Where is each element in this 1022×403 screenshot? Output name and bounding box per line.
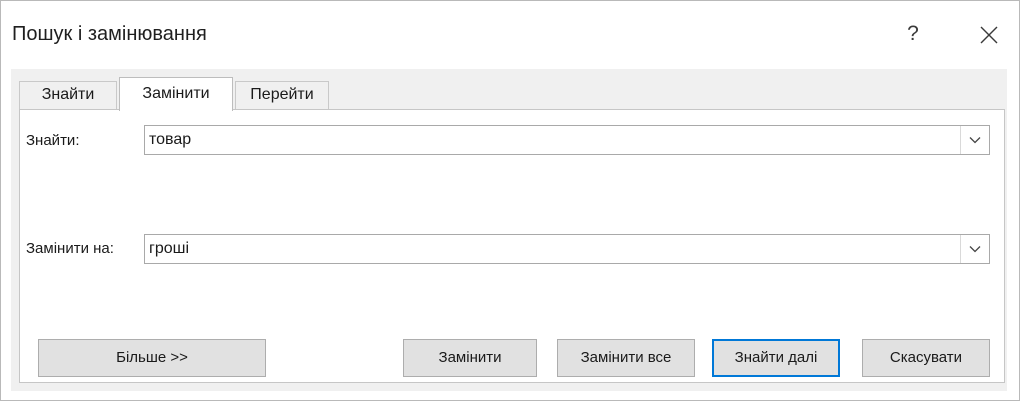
close-icon: [980, 26, 998, 44]
help-button[interactable]: ?: [893, 17, 933, 53]
replace-button-label: Замінити: [438, 349, 502, 366]
dialog-body: Знайти Замінити Перейти Знайти: Замінити…: [11, 69, 1007, 391]
replace-input[interactable]: [145, 235, 949, 263]
dialog-title: Пошук і замінювання: [12, 23, 207, 45]
find-field-label: Знайти:: [26, 132, 80, 149]
find-next-button[interactable]: Знайти далі: [712, 339, 840, 377]
cancel-button-label: Скасувати: [889, 349, 963, 366]
replace-dropdown-button[interactable]: [960, 235, 989, 263]
tab-replace[interactable]: Замінити: [119, 77, 233, 111]
chevron-down-icon: [969, 137, 981, 144]
replace-field-label: Замінити на:: [26, 240, 114, 257]
replace-combobox[interactable]: [144, 234, 990, 264]
find-combobox[interactable]: [144, 125, 990, 155]
tab-goto-label: Перейти: [250, 86, 314, 103]
question-mark-icon: ?: [907, 22, 919, 45]
cancel-button[interactable]: Скасувати: [862, 339, 990, 377]
more-button-label: Більше >>: [116, 349, 188, 366]
replace-panel: Знайти: Замінити на: Біль: [19, 109, 1005, 383]
replace-all-button[interactable]: Замінити все: [557, 339, 695, 377]
tab-replace-label: Замінити: [142, 85, 210, 102]
tab-find-label: Знайти: [41, 86, 95, 103]
close-button[interactable]: [969, 19, 1009, 53]
replace-all-button-label: Замінити все: [580, 349, 672, 366]
more-button[interactable]: Більше >>: [38, 339, 266, 377]
find-input[interactable]: [145, 126, 949, 154]
replace-button[interactable]: Замінити: [403, 339, 537, 377]
find-replace-dialog: Пошук і замінювання ? Знайти Замінити Пе…: [0, 0, 1020, 401]
chevron-down-icon: [969, 246, 981, 253]
tab-goto[interactable]: Перейти: [235, 81, 329, 109]
find-dropdown-button[interactable]: [960, 126, 989, 154]
title-bar: Пошук і замінювання ?: [1, 1, 1019, 69]
tab-find[interactable]: Знайти: [19, 81, 117, 109]
find-next-button-label: Знайти далі: [734, 349, 818, 366]
